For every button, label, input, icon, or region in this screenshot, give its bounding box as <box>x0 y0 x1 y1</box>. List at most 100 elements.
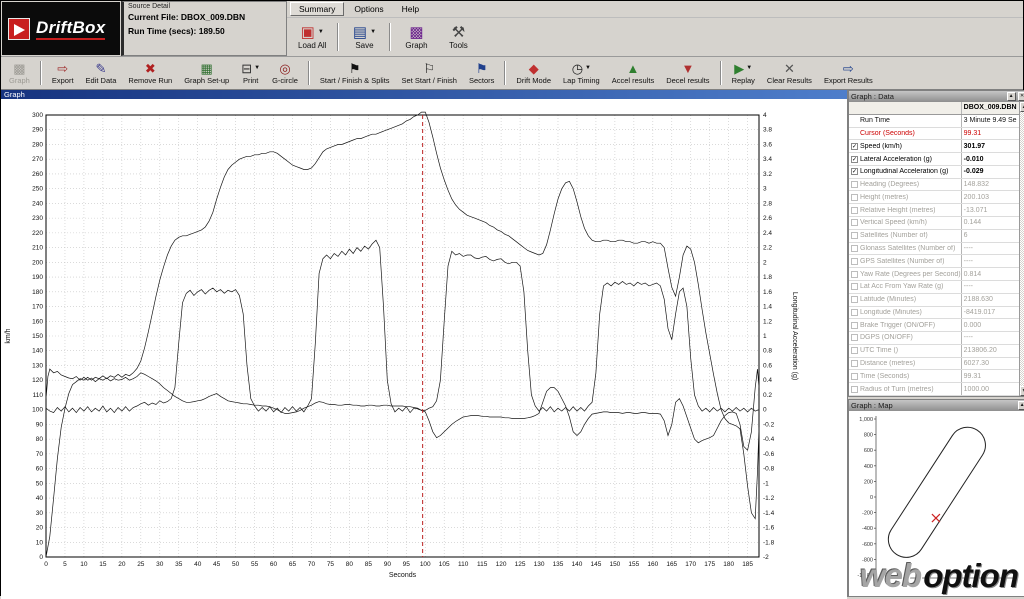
svg-text:0: 0 <box>870 495 873 501</box>
unchecked-checkbox[interactable] <box>851 244 858 252</box>
clear-results-button[interactable]: ✕ Clear Results <box>761 58 818 88</box>
edit-data-button[interactable]: ✎ Edit Data <box>80 58 123 88</box>
dropdown-arrow-icon[interactable]: ▼ <box>746 65 752 71</box>
collapse-panel-button[interactable]: ▲ <box>1006 92 1016 101</box>
data-row-radius-of-turn-metres[interactable]: Radius of Turn (metres) 1000.00 <box>849 383 1019 396</box>
unchecked-checkbox[interactable] <box>851 219 858 227</box>
set-start-finish-icon: ⚐ <box>423 60 436 76</box>
checked-checkbox[interactable]: ✓ <box>851 142 858 150</box>
scroll-down-icon[interactable]: ▼ <box>1019 386 1024 396</box>
save-button[interactable]: ▤ ▼ Save <box>343 20 385 54</box>
dropdown-arrow-icon[interactable]: ▼ <box>318 29 324 35</box>
g-circle-button[interactable]: ◎ G-circle <box>266 58 304 88</box>
unchecked-checkbox[interactable] <box>851 385 858 393</box>
menu-item-options[interactable]: Options <box>346 3 391 15</box>
data-row-yaw-rate-degrees-per-second[interactable]: Yaw Rate (Degrees per Second) 0.814 <box>849 268 1019 281</box>
dropdown-arrow-icon[interactable]: ▼ <box>254 65 260 71</box>
unchecked-checkbox[interactable] <box>851 181 858 189</box>
data-row-glonass-satellites-number-of[interactable]: Glonass Satellites (Number of) ---- <box>849 242 1019 256</box>
data-row-lat-acc-from-yaw-rate-g[interactable]: Lat Acc From Yaw Rate (g) ---- <box>849 280 1019 294</box>
accel-results-button[interactable]: ▲ Accel results <box>606 58 661 88</box>
data-row-vertical-speed-km-h[interactable]: Vertical Speed (km/h) 0.144 <box>849 217 1019 230</box>
sectors-icon: ⚑ <box>475 60 488 76</box>
tools-button[interactable]: ⚒ Tools <box>437 20 479 54</box>
checked-checkbox[interactable]: ✓ <box>851 155 858 163</box>
graph-plot-area[interactable]: 0 5 10 15 20 25 30 35 40 45 50 55 60 65 70 75 80 85 90 95 10… <box>1 99 847 599</box>
print-icon: ⊟ <box>241 60 253 76</box>
data-row-label: Latitude (Minutes) <box>860 296 917 304</box>
graph-icon: ▩ <box>409 23 424 41</box>
unchecked-checkbox[interactable] <box>851 308 858 316</box>
print-label: Print <box>242 75 259 85</box>
svg-text:50: 50 <box>36 480 44 487</box>
menu-item-help[interactable]: Help <box>394 3 427 15</box>
data-row-lateral-acceleration-g[interactable]: ✓ Lateral Acceleration (g) -0.010 <box>849 153 1019 166</box>
graph-label: Graph <box>405 40 428 50</box>
source-detail-panel: Source Detail Current File: DBOX_009.DBN… <box>121 1 287 56</box>
graph-set-up-button[interactable]: ▦ Graph Set-up <box>178 58 235 88</box>
unchecked-checkbox[interactable] <box>851 372 858 380</box>
watermark-option: option <box>923 557 1019 594</box>
remove-run-button[interactable]: ✖ Remove Run <box>122 58 178 88</box>
collapse-map-button[interactable]: ▲ <box>1017 401 1024 410</box>
load-all-button[interactable]: ▣ ▼ Load All <box>291 20 333 54</box>
checked-checkbox[interactable]: ✓ <box>851 168 858 176</box>
svg-text:2.2: 2.2 <box>763 245 772 252</box>
data-row-heading-degrees[interactable]: Heading (Degrees) 148.832 <box>849 178 1019 192</box>
data-row-satellites-number-of[interactable]: Satellites (Number of) 6 <box>849 229 1019 243</box>
unchecked-checkbox[interactable] <box>851 321 858 329</box>
unchecked-checkbox[interactable] <box>851 283 858 291</box>
dropdown-arrow-icon[interactable]: ▼ <box>585 65 591 71</box>
graph-button[interactable]: ▩ Graph <box>395 20 437 54</box>
data-row-cursor-seconds[interactable]: Cursor (Seconds) 99.31 <box>849 127 1019 141</box>
export-button[interactable]: ⇨ Export <box>46 58 80 88</box>
graph-window-titlebar[interactable]: Graph <box>1 90 847 99</box>
print-button[interactable]: ⊟ ▼ Print <box>235 58 266 88</box>
start-finish-splits-button[interactable]: ⚑ Start / Finish & Splits <box>314 58 396 88</box>
lap-timing-button[interactable]: ◷ ▼ Lap Timing <box>557 58 606 88</box>
scroll-up-icon[interactable]: ▲ <box>1019 102 1024 112</box>
data-row-value: 213806.20 <box>960 344 1019 357</box>
unchecked-checkbox[interactable] <box>851 360 858 368</box>
data-panel-scrollbar[interactable]: ▲ ▼ <box>1018 102 1024 396</box>
dropdown-arrow-icon[interactable]: ▼ <box>370 29 376 35</box>
data-row-dgps-on-off[interactable]: DGPS (ON/OFF) ---- <box>849 332 1019 345</box>
unchecked-checkbox[interactable] <box>851 296 858 304</box>
replay-button[interactable]: ▶ ▼ Replay <box>726 58 761 88</box>
sectors-button[interactable]: ⚑ Sectors <box>463 58 500 88</box>
export-results-button[interactable]: ⇨ Export Results <box>818 58 879 88</box>
data-row-gps-satellites-number-of[interactable]: GPS Satellites (Number of) ---- <box>849 255 1019 269</box>
unchecked-checkbox[interactable] <box>851 334 858 342</box>
svg-text:200: 200 <box>864 479 873 485</box>
unchecked-checkbox[interactable] <box>851 193 858 201</box>
svg-text:130: 130 <box>534 561 545 568</box>
data-row-distance-metres[interactable]: Distance (metres) 6027.30 <box>849 357 1019 371</box>
graph-data-titlebar[interactable]: Graph : Data ▲ ✕ <box>849 91 1024 102</box>
data-row-height-metres[interactable]: Height (metres) 200.103 <box>849 191 1019 205</box>
data-row-run-time[interactable]: Run Time 3 Minute 9.49 Se <box>849 114 1019 128</box>
decel-results-button[interactable]: ▼ Decel results <box>660 58 715 88</box>
svg-text:90: 90 <box>384 561 392 568</box>
data-row-speed-km-h[interactable]: ✓ Speed (km/h) 301.97 <box>849 140 1019 154</box>
data-row-brake-trigger-on-off[interactable]: Brake Trigger (ON/OFF) 0.000 <box>849 319 1019 333</box>
unchecked-checkbox[interactable] <box>851 270 858 278</box>
data-row-relative-height-metres[interactable]: Relative Height (metres) -13.071 <box>849 204 1019 218</box>
unchecked-checkbox[interactable] <box>851 347 858 355</box>
svg-text:-1: -1 <box>763 480 769 487</box>
data-row-longitude-minutes[interactable]: Longitude (Minutes) -8419.017 <box>849 306 1019 320</box>
data-row-time-seconds[interactable]: Time (Seconds) 99.31 <box>849 370 1019 384</box>
data-row-longitudinal-acceleration-g[interactable]: ✓ Longitudinal Acceleration (g) -0.029 <box>849 165 1019 179</box>
unchecked-checkbox[interactable] <box>851 232 858 240</box>
svg-text:3.6: 3.6 <box>763 141 772 148</box>
drift-mode-button[interactable]: ◆ Drift Mode <box>510 58 557 88</box>
unchecked-checkbox[interactable] <box>851 206 858 214</box>
menu-item-summary[interactable]: Summary <box>290 2 345 16</box>
main-area: Graph 0 5 10 15 20 25 30 35 40 45 50 55 60 65 70 75 80 85… <box>1 90 1024 599</box>
data-row-value: 2188.630 <box>960 293 1019 306</box>
set-start-finish-button[interactable]: ⚐ Set Start / Finish <box>396 58 463 88</box>
unchecked-checkbox[interactable] <box>851 257 858 265</box>
graph-map-titlebar[interactable]: Graph : Map ▲ <box>849 400 1024 411</box>
data-row-latitude-minutes[interactable]: Latitude (Minutes) 2188.630 <box>849 293 1019 307</box>
data-row-utc-time[interactable]: UTC Time () 213806.20 <box>849 344 1019 358</box>
close-panel-button[interactable]: ✕ <box>1017 92 1024 101</box>
